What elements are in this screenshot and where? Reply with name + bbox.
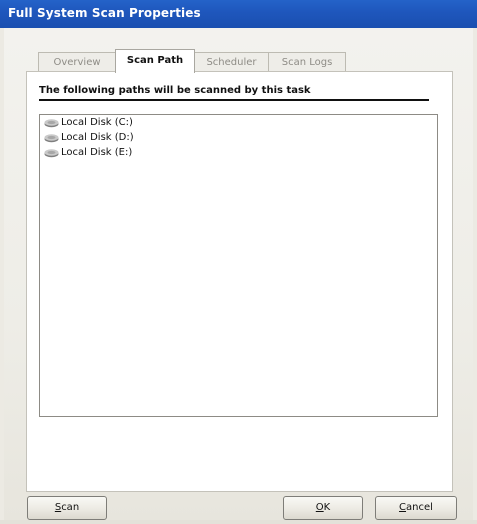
cancel-button[interactable]: Cancel [375,496,457,520]
ok-accel: O [315,502,324,513]
path-list[interactable]: Local Disk (C:) Local Disk (D:) Local Di… [39,114,438,417]
list-item-e[interactable]: Local Disk (E:) [40,146,437,160]
ok-button[interactable]: OK [283,496,363,520]
title-bar[interactable]: Full System Scan Properties [0,0,477,28]
scan-button[interactable]: Scan [27,496,107,520]
window-bottom-border [0,520,477,524]
tab-scan-logs[interactable]: Scan Logs [268,52,346,72]
drive-icon [44,119,59,128]
scan-label-rest: can [61,502,80,513]
cancel-accel: C [399,502,407,513]
list-item-label: Local Disk (C:) [61,117,133,128]
tab-overview[interactable]: Overview [38,52,116,72]
scan-path-panel: The following paths will be scanned by t… [26,71,453,492]
drive-icon [44,134,59,143]
tab-scan-logs-label: Scan Logs [281,57,333,68]
ok-label-rest: K [323,502,331,513]
tab-scan-path[interactable]: Scan Path [115,49,195,73]
tab-scheduler[interactable]: Scheduler [194,52,269,72]
dialog-body: Overview Scan Path Scheduler Scan Logs T… [4,28,473,520]
list-item-d[interactable]: Local Disk (D:) [40,131,437,145]
drive-icon [44,149,59,158]
dialog-window: Full System Scan Properties Overview Sca… [0,0,477,524]
panel-header: The following paths will be scanned by t… [39,85,429,101]
list-item-label: Local Disk (D:) [61,132,134,143]
cancel-label-rest: ancel [406,502,433,513]
tab-overview-label: Overview [53,57,101,68]
tab-scheduler-label: Scheduler [206,57,257,68]
tab-scan-path-label: Scan Path [126,55,184,66]
list-item-c[interactable]: Local Disk (C:) [40,116,437,130]
window-title: Full System Scan Properties [8,6,201,20]
list-item-label: Local Disk (E:) [61,147,133,158]
